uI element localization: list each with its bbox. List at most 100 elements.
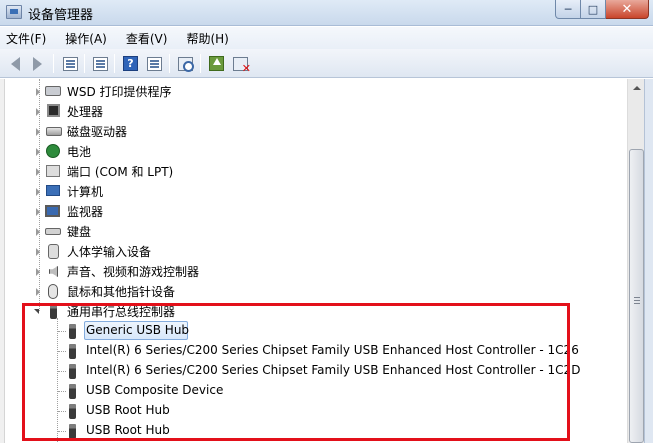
expand-arrow-icon[interactable] [33,247,42,256]
toolbar-separator [169,54,170,73]
device-label: Intel(R) 6 Series/C200 Series Chipset Fa… [86,343,579,357]
tree-category-computer[interactable]: 计算机 [0,181,620,201]
usb-device-icon [69,324,76,339]
uninstall-icon [233,56,251,75]
tree-device-generic-usb-hub[interactable]: Generic USB Hub [0,321,620,341]
expand-arrow-icon[interactable] [33,227,42,236]
device-label: Intel(R) 6 Series/C200 Series Chipset Fa… [86,363,581,377]
expand-arrow-icon[interactable] [33,287,42,296]
expand-arrow-icon[interactable] [33,127,42,136]
expand-arrow-icon[interactable] [33,207,42,216]
expand-arrow-icon[interactable] [33,267,42,276]
category-label: 端口 (COM 和 LPT) [67,165,174,179]
device-label: Generic USB Hub [86,323,190,337]
close-button[interactable]: ✕ [606,0,649,19]
disk-drive-icon [46,127,62,136]
category-label: 监视器 [67,205,104,219]
battery-icon [46,144,60,158]
minimize-icon: ─ [564,2,572,16]
scroll-up-arrow-icon[interactable] [628,79,645,96]
menu-file[interactable]: 文件(F) [6,30,46,47]
tree-category-mouse[interactable]: 鼠标和其他指针设备 [0,281,620,301]
usb-device-icon [69,384,76,399]
window-right-border [644,79,653,443]
minimize-button[interactable]: ─ [555,0,581,19]
category-label: 计算机 [67,185,104,199]
title-bar[interactable]: 设备管理器 ─ □ ✕ [0,0,653,26]
back-arrow-icon [11,56,20,71]
expand-arrow-icon[interactable] [33,87,42,96]
menu-view[interactable]: 查看(V) [126,30,168,47]
port-icon [46,165,60,177]
back-button[interactable] [7,55,24,72]
tree-device-usb-controller-1c2d[interactable]: Intel(R) 6 Series/C200 Series Chipset Fa… [0,361,620,381]
forward-arrow-icon [33,56,42,71]
expand-arrow-icon[interactable] [33,187,42,196]
usb-device-icon [69,364,76,379]
collapse-arrow-icon[interactable] [32,307,41,316]
scan-hardware-button[interactable] [177,55,194,72]
printer-icon [45,86,61,96]
device-label: USB Composite Device [86,383,224,397]
device-label: USB Root Hub [86,403,170,417]
help-icon: ? [123,56,138,71]
close-icon: ✕ [621,1,633,17]
tree-category-keyboards[interactable]: 键盘 [0,221,620,241]
device-manager-app-icon [6,5,22,19]
show-hide-console-tree-button[interactable] [62,55,79,72]
help-button[interactable]: ? [122,55,139,72]
category-label: 处理器 [67,105,104,119]
category-label: 鼠标和其他指针设备 [67,285,176,299]
category-label: WSD 打印提供程序 [67,85,172,99]
device-label: USB Root Hub [86,423,170,437]
toolbar: ? [0,49,653,78]
tree-category-battery[interactable]: 电池 [0,141,620,161]
category-label: 电池 [67,145,92,159]
action-pane-button[interactable] [146,55,163,72]
maximize-icon: □ [587,2,599,16]
maximize-button[interactable]: □ [581,0,606,19]
sound-icon [49,266,58,277]
expand-arrow-icon[interactable] [33,107,42,116]
usb-device-icon [69,404,76,419]
scrollbar-thumb[interactable] [629,149,644,443]
mouse-icon [48,284,58,299]
tree-device-usb-controller-1c26[interactable]: Intel(R) 6 Series/C200 Series Chipset Fa… [0,341,620,361]
tree-category-monitors[interactable]: 监视器 [0,201,620,221]
tree-device-usb-composite[interactable]: USB Composite Device [0,381,620,401]
category-label: 人体学输入设备 [67,245,152,259]
usb-icon [50,304,57,319]
scrollbar-grip-icon [634,297,640,304]
expand-arrow-icon[interactable] [33,167,42,176]
usb-device-icon [69,344,76,359]
tree-category-processor[interactable]: 处理器 [0,101,620,121]
category-label: 键盘 [67,225,92,239]
scan-hardware-icon [178,56,194,72]
tree-category-hid[interactable]: 人体学输入设备 [0,241,620,261]
menu-help[interactable]: 帮助(H) [186,30,228,47]
action-pane-icon [147,56,162,71]
uninstall-button[interactable] [232,55,251,75]
tree-device-usb-root-hub[interactable]: USB Root Hub [0,401,620,421]
vertical-scrollbar[interactable] [627,79,644,443]
computer-icon [46,185,60,196]
forward-button[interactable] [29,55,46,72]
update-driver-button[interactable] [208,55,225,72]
menu-bar: 文件(F) 操作(A) 查看(V) 帮助(H) [0,27,653,49]
hid-icon [48,244,59,259]
usb-device-icon [69,424,76,439]
tree-device-usb-root-hub[interactable]: USB Root Hub [0,421,620,441]
update-driver-icon [209,56,224,71]
tree-category-disk-drives[interactable]: 磁盘驱动器 [0,121,620,141]
tree-category-wsd-print[interactable]: WSD 打印提供程序 [0,81,620,101]
menu-action[interactable]: 操作(A) [65,30,107,47]
properties-icon [93,56,108,71]
processor-icon [47,104,60,117]
properties-button[interactable] [92,55,109,72]
tree-category-sound[interactable]: 声音、视频和游戏控制器 [0,261,620,281]
tree-category-usb-controllers[interactable]: 通用串行总线控制器 [0,301,620,321]
toolbar-separator [200,54,201,73]
tree-category-ports[interactable]: 端口 (COM 和 LPT) [0,161,620,181]
expand-arrow-icon[interactable] [33,147,42,156]
category-label: 声音、视频和游戏控制器 [67,265,200,279]
